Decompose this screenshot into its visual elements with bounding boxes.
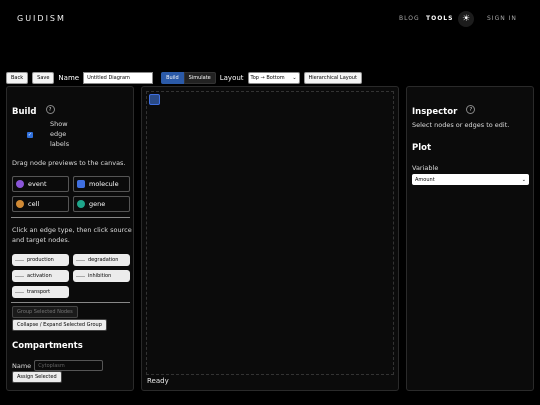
build-header: Build ? (12, 99, 55, 118)
diagram-name-label: Name (58, 73, 80, 82)
layout-select-value: Top → Bottom (250, 74, 285, 81)
drag-hint: Drag node previews to the canvas. (12, 159, 126, 167)
chevron-down-icon: ⌄ (521, 176, 526, 183)
compartment-name-label: Name (12, 361, 32, 370)
inspector-hint: Select nodes or edges to edit. (412, 121, 510, 129)
node-preview-gene[interactable]: gene (73, 196, 130, 212)
sun-icon: ☀ (461, 14, 471, 24)
edge-hint: Click an edge type, then click source an… (12, 226, 132, 244)
divider (11, 217, 130, 218)
edge-line-icon (15, 275, 24, 277)
edge-type-production[interactable]: production (12, 254, 69, 266)
edge-line-icon (76, 259, 85, 261)
layout-label: Layout (219, 73, 244, 82)
chevron-down-icon: ⌄ (292, 74, 297, 81)
help-icon[interactable]: ? (45, 105, 55, 114)
checkmark-icon: ✓ (27, 132, 33, 138)
inspector-header: Inspector ? (412, 99, 476, 118)
top-nav: GUIDISM BLOG TOOLS ☀ SIGN IN (0, 0, 540, 38)
nav-tools-link[interactable]: TOOLS (426, 15, 453, 22)
variable-label: Variable (412, 164, 439, 172)
assign-selected-button[interactable]: Assign Selected (12, 371, 62, 383)
canvas-status: Ready (147, 377, 169, 385)
edge-type-transport[interactable]: transport (12, 286, 69, 298)
molecule-icon (77, 180, 85, 188)
divider (11, 302, 130, 303)
variable-select-value: Amount (415, 176, 435, 183)
group-selected-button[interactable]: Group Selected Nodes (12, 306, 78, 318)
hierarchical-layout-button[interactable]: Hierarchical Layout (303, 71, 362, 84)
build-panel: Build ? ✓ Show edge labels Drag node pre… (6, 86, 134, 391)
canvas-panel: Ready (141, 86, 399, 391)
mode-tabs: Build Simulate (161, 71, 216, 84)
gene-icon (77, 200, 85, 208)
back-button[interactable]: Back (6, 71, 29, 84)
tab-build[interactable]: Build (161, 71, 184, 84)
node-preview-molecule[interactable]: molecule (73, 176, 130, 192)
compartment-name-row: Name Cytoplasm (12, 360, 104, 371)
layout-select[interactable]: Top → Bottom ⌄ (247, 71, 300, 84)
site-logo[interactable]: GUIDISM (17, 14, 66, 23)
edge-line-icon (15, 259, 24, 261)
node-preview-event[interactable]: event (12, 176, 69, 192)
edge-line-icon (15, 291, 24, 293)
collapse-expand-group-button[interactable]: Collapse / Expand Selected Group (12, 319, 107, 331)
tab-simulate[interactable]: Simulate (183, 71, 216, 84)
inspector-panel: Inspector ? Select nodes or edges to edi… (406, 86, 534, 391)
show-edge-labels-label: Show edge labels (50, 120, 70, 148)
toolbar: Back Save Name Untitled Diagram Build Si… (6, 71, 362, 84)
nav-signin-link[interactable]: SIGN IN (487, 15, 517, 22)
inspector-title: Inspector (412, 107, 458, 117)
theme-toggle-button[interactable]: ☀ (458, 11, 474, 27)
edge-type-activation[interactable]: activation (12, 270, 69, 282)
nav-blog-link[interactable]: BLOG (399, 15, 420, 22)
diagram-name-input[interactable]: Untitled Diagram (83, 71, 154, 84)
cell-icon (16, 200, 24, 208)
edge-type-degradation[interactable]: degradation (73, 254, 130, 266)
node-preview-cell[interactable]: cell (12, 196, 69, 212)
selected-molecule-node[interactable] (149, 94, 160, 105)
variable-select[interactable]: Amount ⌄ (412, 174, 529, 185)
compartments-title: Compartments (12, 341, 83, 351)
show-edge-labels-checkbox[interactable]: ✓ (27, 132, 33, 138)
save-button[interactable]: Save (32, 71, 55, 84)
plot-title: Plot (412, 143, 432, 153)
build-title: Build (12, 107, 37, 117)
help-icon[interactable]: ? (466, 105, 476, 114)
event-icon (16, 180, 24, 188)
compartment-name-input[interactable]: Cytoplasm (34, 360, 104, 371)
edge-type-inhibition[interactable]: inhibition (73, 270, 130, 282)
diagram-canvas[interactable] (146, 91, 394, 375)
edge-line-icon (76, 275, 85, 277)
